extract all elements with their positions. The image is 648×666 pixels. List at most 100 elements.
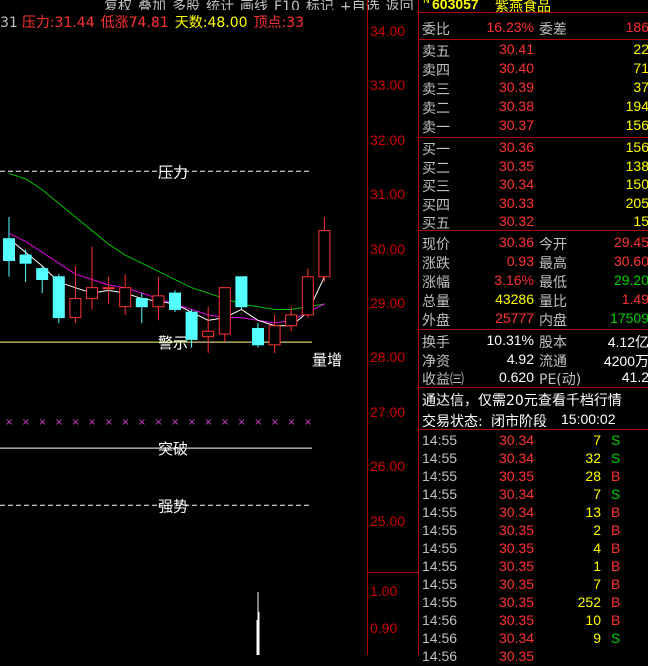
candle-down[interactable]: [135, 298, 148, 308]
candle-down[interactable]: [52, 276, 65, 319]
status-label: 交易状态:: [422, 414, 483, 430]
menu-item-3[interactable]: 统计: [206, 0, 234, 10]
signal-marker: ×: [121, 417, 129, 428]
tick-volume: 10: [585, 612, 601, 628]
candle-down[interactable]: [169, 292, 181, 310]
asks-row[interactable]: 卖四 30.40 71: [419, 60, 648, 79]
candle-up[interactable]: [218, 287, 231, 335]
tick-row[interactable]: 14:55 30.34 7 S: [419, 486, 648, 504]
tick-row[interactable]: 14:55 30.34 7 S: [419, 432, 648, 450]
stat-label: 最低: [539, 275, 567, 291]
bids-volume: 138: [625, 157, 648, 174]
tick-time: 14:56: [422, 648, 458, 664]
legend-value-0: 31.44: [54, 15, 95, 31]
asks-volume: 156: [625, 117, 648, 133]
tick-volume: 2: [593, 522, 601, 538]
tick-row[interactable]: 14:55 30.35 28 B: [419, 468, 648, 486]
menu-item-0[interactable]: 复权: [104, 0, 132, 10]
tick-row[interactable]: 14:56 30.35 10 B: [419, 612, 648, 630]
tick-row[interactable]: 14:55 30.35 7 B: [419, 576, 648, 594]
price-axis: [367, 0, 419, 655]
menu-item-2[interactable]: 多股: [172, 0, 200, 10]
tick-direction: B: [611, 540, 621, 556]
candle-down[interactable]: [36, 268, 49, 281]
tick-direction: B: [611, 576, 621, 592]
tick-time: 14:55: [422, 450, 458, 466]
bids-row[interactable]: 买四 30.33 205: [419, 195, 648, 214]
asks-row[interactable]: 卖一 30.37 156: [419, 117, 648, 136]
stock-header[interactable]: N 603057 紫燕食品: [419, 0, 648, 15]
menu-item-4[interactable]: 画线: [240, 0, 268, 10]
stock-name: 紫燕食品: [495, 0, 551, 15]
kline-chart-area[interactable]: × × × × × × × × × × × × × × × × × × × 压力 警示 量增 突破 强势: [0, 0, 418, 655]
tick-volume: 28: [585, 468, 601, 484]
candle-up[interactable]: [69, 298, 82, 319]
tick-row[interactable]: 14:56 30.35: [419, 648, 648, 666]
candle-up[interactable]: [152, 295, 165, 308]
tick-price: 30.34: [499, 486, 535, 502]
asks-label: 卖三: [422, 82, 450, 98]
asks-row[interactable]: 卖三 30.39 37: [419, 79, 648, 98]
bids-row[interactable]: 买一 30.36 156: [419, 139, 648, 158]
asks-row[interactable]: 卖二 30.38 194: [419, 98, 648, 117]
volume-axis-divider: [367, 572, 418, 573]
asks-row[interactable]: 卖五 30.41 22: [419, 41, 648, 60]
candle-down[interactable]: [252, 327, 264, 346]
candle-up[interactable]: [318, 230, 331, 278]
candle-up[interactable]: [86, 287, 98, 300]
weicha-label: 委差: [539, 22, 567, 38]
tick-row[interactable]: 14:55 30.35 1 B: [419, 558, 648, 576]
tick-price: 30.35: [499, 558, 535, 574]
legend-label-0: 压力:: [21, 15, 55, 31]
signal-marker: ×: [71, 417, 79, 428]
price-axis-label: 31.00: [370, 186, 406, 203]
stat-value: 43286: [495, 291, 534, 307]
candle-up[interactable]: [285, 314, 298, 327]
menu-item-1[interactable]: 叠加: [138, 0, 166, 10]
stat-label: 现价: [422, 237, 450, 253]
bids-price: 30.32: [498, 213, 534, 229]
candle-down[interactable]: [235, 276, 248, 308]
candle-up[interactable]: [301, 276, 314, 316]
tick-row[interactable]: 14:55 30.34 13 B: [419, 504, 648, 522]
signal-marker: ×: [5, 417, 13, 428]
menu-item-5[interactable]: F10: [274, 0, 300, 10]
menu-item-6[interactable]: 标记: [306, 0, 334, 10]
fund-label: PE(动): [539, 372, 582, 388]
promo-banner[interactable]: 通达信，仅需20元查看千档行情: [419, 390, 648, 409]
stat-label: 涨跌: [422, 256, 450, 272]
asks-volume: 37: [633, 79, 648, 95]
tick-row[interactable]: 14:55 30.35 4 B: [419, 540, 648, 558]
bids-row[interactable]: 买三 30.34 150: [419, 176, 648, 195]
candle-up[interactable]: [119, 287, 132, 308]
kline-chart-svg[interactable]: × × × × × × × × × × × × × × × × × × × 压力警示量增突破强势: [0, 0, 418, 655]
bids-row[interactable]: 买二 30.35 138: [419, 157, 648, 177]
tick-direction: B: [611, 594, 621, 610]
tick-row[interactable]: 14:55 30.34 32 S: [419, 450, 648, 468]
candle-down[interactable]: [19, 254, 32, 264]
tick-time: 14:55: [422, 540, 458, 556]
price-axis-label: 34.00: [370, 23, 406, 39]
candle-down[interactable]: [3, 238, 15, 261]
tick-direction: S: [611, 486, 621, 502]
candle-up[interactable]: [202, 330, 215, 338]
candle-up[interactable]: [268, 325, 281, 346]
tick-price: 30.34: [499, 630, 535, 646]
tick-row[interactable]: 14:55 30.35 252 B: [419, 594, 648, 612]
bids-row[interactable]: 买五 30.32 15: [419, 213, 648, 232]
tick-direction: B: [611, 558, 621, 574]
tick-volume: 7: [593, 432, 601, 448]
candle-up[interactable]: [102, 287, 115, 290]
bids-label: 买一: [422, 142, 450, 158]
asks-label: 卖四: [422, 63, 450, 79]
chart-label-warning: 警示: [158, 334, 188, 352]
tick-volume: 32: [585, 450, 601, 466]
signal-marker: ×: [271, 417, 279, 428]
signal-marker: ×: [88, 417, 96, 428]
fund-label: 股本: [539, 335, 567, 351]
tick-price: 30.34: [499, 450, 535, 466]
tick-row[interactable]: 14:56 30.34 9 S: [419, 630, 648, 648]
tick-price: 30.35: [499, 540, 535, 556]
tick-row[interactable]: 14:55 30.35 2 B: [419, 522, 648, 540]
fund-label: 流通: [539, 353, 567, 370]
